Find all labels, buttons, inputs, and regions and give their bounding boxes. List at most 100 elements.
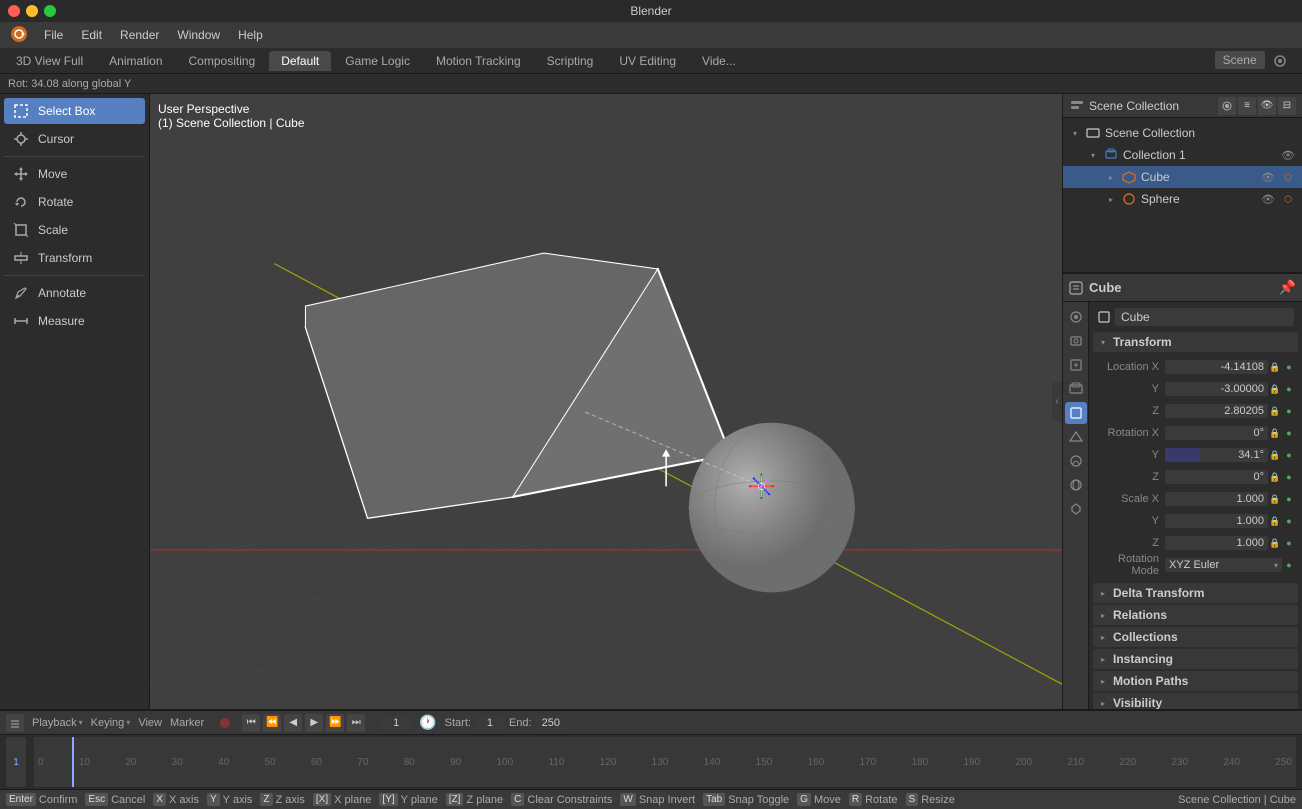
location-x-keyframe[interactable]: ● xyxy=(1282,360,1296,374)
record-btn[interactable] xyxy=(220,718,230,728)
play-back-btn[interactable]: ◀ xyxy=(284,714,302,732)
viewport-collapse-button[interactable]: ‹ xyxy=(1052,382,1062,422)
tool-measure[interactable]: Measure xyxy=(4,308,145,334)
outliner-filter-btn[interactable] xyxy=(1218,97,1236,115)
close-button[interactable] xyxy=(8,5,20,17)
rotation-z-keyframe[interactable]: ● xyxy=(1282,470,1296,484)
rotation-z-lock[interactable]: 🔒 xyxy=(1268,470,1282,484)
visibility-header[interactable]: ▸ Visibility xyxy=(1093,693,1298,709)
scale-x-keyframe[interactable]: ● xyxy=(1282,492,1296,506)
render-menu[interactable]: Render xyxy=(112,26,167,44)
props-object-btn[interactable] xyxy=(1065,402,1087,424)
timeline-ruler[interactable]: 0 10 20 30 40 50 60 70 80 90 100 110 120… xyxy=(34,737,1296,787)
scale-z-value[interactable]: 1.000 xyxy=(1165,536,1268,550)
frame-indicator[interactable]: 1 xyxy=(6,737,26,787)
keying-dropdown[interactable]: Keying ▾ xyxy=(91,717,131,729)
location-x-lock[interactable]: 🔒 xyxy=(1268,360,1282,374)
rotation-mode-keyframe[interactable]: ● xyxy=(1282,558,1296,572)
rotation-mode-dropdown[interactable]: XYZ Euler ▾ xyxy=(1165,558,1282,572)
file-menu[interactable]: File xyxy=(36,26,71,44)
transform-section-header[interactable]: ▾ Transform xyxy=(1093,332,1298,352)
pin-icon[interactable]: 📌 xyxy=(1279,279,1296,296)
location-z-lock[interactable]: 🔒 xyxy=(1268,404,1282,418)
outliner-sort-btn[interactable]: ≡ xyxy=(1238,97,1256,115)
blender-logo[interactable] xyxy=(4,25,34,46)
location-z-value[interactable]: 2.80205 xyxy=(1165,404,1268,418)
prev-keyframe-btn[interactable]: ⏪ xyxy=(263,714,281,732)
expand-scene-collection[interactable]: ▾ xyxy=(1069,127,1081,139)
props-scene-btn[interactable] xyxy=(1065,306,1087,328)
rotation-x-value[interactable]: 0° xyxy=(1165,426,1268,440)
current-frame[interactable]: 1 xyxy=(381,716,411,730)
scale-y-lock[interactable]: 🔒 xyxy=(1268,514,1282,528)
props-mesh-btn[interactable] xyxy=(1065,426,1087,448)
tool-rotate[interactable]: Rotate xyxy=(4,189,145,215)
expand-cube[interactable]: ▸ xyxy=(1105,171,1117,183)
outliner-item-cube[interactable]: ▸ Cube 👁 ⬡ xyxy=(1063,166,1302,188)
tab-video[interactable]: Vide... xyxy=(690,51,748,71)
jump-end-btn[interactable]: ⏭ xyxy=(347,714,365,732)
rotation-x-keyframe[interactable]: ● xyxy=(1282,426,1296,440)
rotation-y-lock[interactable]: 🔒 xyxy=(1268,448,1282,462)
props-constraint-btn[interactable] xyxy=(1065,498,1087,520)
next-keyframe-btn[interactable]: ⏩ xyxy=(326,714,344,732)
tab-compositing[interactable]: Compositing xyxy=(177,51,268,71)
tab-animation[interactable]: Animation xyxy=(97,51,174,71)
rotation-z-value[interactable]: 0° xyxy=(1165,470,1268,484)
scale-x-value[interactable]: 1.000 xyxy=(1165,492,1268,506)
tab-default[interactable]: Default xyxy=(269,51,331,71)
tool-transform[interactable]: Transform xyxy=(4,245,145,271)
props-world-btn[interactable] xyxy=(1065,474,1087,496)
tool-annotate[interactable]: Annotate xyxy=(4,280,145,306)
timeline-menu-btn[interactable] xyxy=(6,714,24,732)
collections-header[interactable]: ▸ Collections xyxy=(1093,627,1298,647)
rotation-y-keyframe[interactable]: ● xyxy=(1282,448,1296,462)
window-menu[interactable]: Window xyxy=(169,26,228,44)
motion-paths-header[interactable]: ▸ Motion Paths xyxy=(1093,671,1298,691)
jump-start-btn[interactable]: ⏮ xyxy=(242,714,260,732)
marker-menu[interactable]: Marker xyxy=(170,717,204,729)
start-frame[interactable]: 1 xyxy=(475,716,505,730)
relations-header[interactable]: ▸ Relations xyxy=(1093,605,1298,625)
obj-data-name[interactable]: Cube xyxy=(1115,308,1294,326)
viewport-3d[interactable]: User Perspective (1) Scene Collection | … xyxy=(150,94,1062,709)
scale-z-keyframe[interactable]: ● xyxy=(1282,536,1296,550)
scale-y-keyframe[interactable]: ● xyxy=(1282,514,1296,528)
view-menu[interactable]: View xyxy=(138,717,162,729)
tab-game-logic[interactable]: Game Logic xyxy=(333,51,422,71)
props-view-btn[interactable] xyxy=(1065,378,1087,400)
outliner-eye-btn[interactable]: 👁 xyxy=(1258,97,1276,115)
props-material-btn[interactable] xyxy=(1065,450,1087,472)
outliner-item-collection1[interactable]: ▾ Collection 1 👁 xyxy=(1063,144,1302,166)
tab-uv-editing[interactable]: UV Editing xyxy=(607,51,688,71)
end-frame[interactable]: 250 xyxy=(536,716,566,730)
delta-transform-header[interactable]: ▸ Delta Transform xyxy=(1093,583,1298,603)
cube-visibility[interactable]: 👁 xyxy=(1260,169,1276,185)
tool-cursor[interactable]: Cursor xyxy=(4,126,145,152)
scene-dropdown[interactable]: Scene xyxy=(1215,51,1265,69)
location-x-value[interactable]: -4.14108 xyxy=(1165,360,1268,374)
outliner-filter2-btn[interactable]: ⊟ xyxy=(1278,97,1296,115)
sphere-visibility[interactable]: 👁 xyxy=(1260,191,1276,207)
tool-scale[interactable]: Scale xyxy=(4,217,145,243)
location-y-lock[interactable]: 🔒 xyxy=(1268,382,1282,396)
maximize-button[interactable] xyxy=(44,5,56,17)
instancing-header[interactable]: ▸ Instancing xyxy=(1093,649,1298,669)
expand-collection1[interactable]: ▾ xyxy=(1087,149,1099,161)
tab-scripting[interactable]: Scripting xyxy=(535,51,606,71)
tool-select-box[interactable]: Select Box xyxy=(4,98,145,124)
scale-z-lock[interactable]: 🔒 xyxy=(1268,536,1282,550)
playhead[interactable] xyxy=(72,737,74,787)
tool-move[interactable]: Move xyxy=(4,161,145,187)
location-y-value[interactable]: -3.00000 xyxy=(1165,382,1268,396)
playback-dropdown[interactable]: Playback ▾ xyxy=(32,717,83,729)
rotation-x-lock[interactable]: 🔒 xyxy=(1268,426,1282,440)
location-z-keyframe[interactable]: ● xyxy=(1282,404,1296,418)
expand-sphere[interactable]: ▸ xyxy=(1105,193,1117,205)
help-menu[interactable]: Help xyxy=(230,26,271,44)
tab-3d-view-full[interactable]: 3D View Full xyxy=(4,51,95,71)
props-render-btn[interactable] xyxy=(1065,330,1087,352)
outliner-item-scene-collection[interactable]: ▾ Scene Collection xyxy=(1063,122,1302,144)
minimize-button[interactable] xyxy=(26,5,38,17)
edit-menu[interactable]: Edit xyxy=(73,26,110,44)
